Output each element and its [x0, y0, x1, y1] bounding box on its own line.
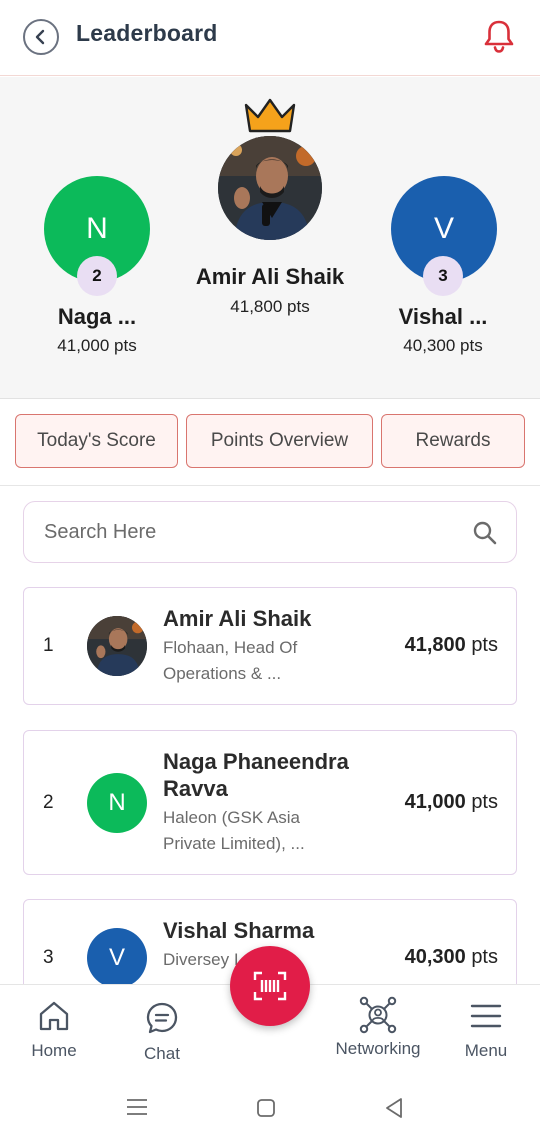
- member-org-line: Operations & ...: [163, 664, 282, 683]
- nav-menu-label: Menu: [464, 1041, 508, 1060]
- tab-points-overview[interactable]: Points Overview: [186, 414, 373, 468]
- member-points: 41,000 pts: [405, 791, 498, 814]
- nav-chat[interactable]: Chat: [132, 985, 192, 1071]
- list-item[interactable]: 2 N Naga Phaneendra Ravva Haleon (GSK As…: [23, 730, 517, 875]
- second-place-points: 41,000 pts: [57, 336, 137, 355]
- first-place-points: 41,800 pts: [230, 297, 310, 316]
- back-triangle-icon[interactable]: [384, 1097, 404, 1119]
- bell-icon[interactable]: [482, 18, 516, 54]
- member-org-line: Private Limited), ...: [163, 834, 305, 853]
- rank-number: 2: [43, 792, 54, 813]
- recent-apps-icon[interactable]: [126, 1098, 148, 1116]
- rank-number: 3: [43, 947, 54, 968]
- person-photo-icon: [87, 616, 147, 676]
- podium: N 2 Naga ... 41,000 pts Amir Ali Shaik 4…: [0, 77, 540, 399]
- second-place-name: Naga ...: [57, 304, 137, 329]
- member-name: Ravva: [163, 776, 228, 801]
- list-item[interactable]: 1 Amir Ali Shaik Flohaan, Head Of Operat…: [23, 587, 517, 705]
- first-place-name: Amir Ali Shaik: [195, 264, 345, 289]
- third-place-rank-badge: 3: [423, 256, 463, 296]
- page-title: Leaderboard: [76, 20, 218, 46]
- points-unit: pts: [471, 791, 498, 813]
- points-unit: pts: [471, 946, 498, 968]
- nav-home[interactable]: Home: [24, 985, 84, 1071]
- avatar: V: [87, 928, 147, 984]
- third-place-initial: V: [433, 212, 454, 245]
- points-value: 41,800: [404, 634, 466, 656]
- chat-icon: [146, 1002, 178, 1034]
- scan-button[interactable]: [230, 946, 310, 1026]
- member-points: 40,300 pts: [405, 946, 498, 969]
- member-name: Vishal Sharma: [163, 918, 315, 943]
- home-icon: [39, 1001, 69, 1031]
- back-button[interactable]: [23, 19, 59, 55]
- member-org-line: Flohaan, Head Of: [163, 638, 298, 657]
- leaderboard-list[interactable]: 1 Amir Ali Shaik Flohaan, Head Of Operat…: [0, 575, 540, 984]
- member-name: Amir Ali Shaik: [163, 606, 312, 631]
- system-navigation-bar: [0, 1070, 540, 1141]
- nav-networking[interactable]: Networking: [325, 985, 431, 1071]
- search-box: [23, 501, 517, 563]
- member-org-line: Haleon (GSK Asia: [163, 808, 301, 827]
- nav-chat-label: Chat: [144, 1044, 180, 1063]
- third-place-points: 40,300 pts: [403, 336, 483, 355]
- avatar-initial: N: [108, 789, 126, 816]
- tab-rewards[interactable]: Rewards: [381, 414, 525, 468]
- rank-number: 1: [43, 635, 54, 656]
- nav-menu[interactable]: Menu: [456, 985, 516, 1071]
- second-place-initial: N: [86, 212, 108, 245]
- avatar: N: [87, 773, 147, 833]
- search-icon[interactable]: [472, 520, 498, 546]
- barcode-scan-icon: [253, 971, 287, 1001]
- networking-icon: [359, 996, 397, 1034]
- home-square-icon[interactable]: [256, 1098, 276, 1118]
- crown-icon: [244, 98, 296, 133]
- second-place-rank-badge: 2: [77, 256, 117, 296]
- member-points: 41,800 pts: [405, 634, 498, 657]
- nav-home-label: Home: [31, 1041, 77, 1060]
- points-value: 40,300: [404, 946, 466, 968]
- chevron-left-icon: [35, 29, 45, 45]
- avatar: [87, 616, 147, 676]
- tab-bar: Today's Score Points Overview Rewards: [0, 400, 540, 486]
- app-header: Leaderboard: [0, 0, 540, 76]
- member-name: Naga Phaneendra: [163, 749, 349, 774]
- third-place-name: Vishal ...: [398, 304, 488, 329]
- avatar-initial: V: [108, 944, 125, 971]
- menu-icon: [470, 1004, 502, 1028]
- nav-networking-label: Networking: [335, 1039, 421, 1058]
- points-value: 41,000: [404, 791, 466, 813]
- person-photo-icon: [218, 136, 322, 240]
- first-place-photo[interactable]: [218, 136, 322, 240]
- search-input[interactable]: [44, 514, 464, 550]
- points-unit: pts: [471, 634, 498, 656]
- tab-todays-score[interactable]: Today's Score: [15, 414, 178, 468]
